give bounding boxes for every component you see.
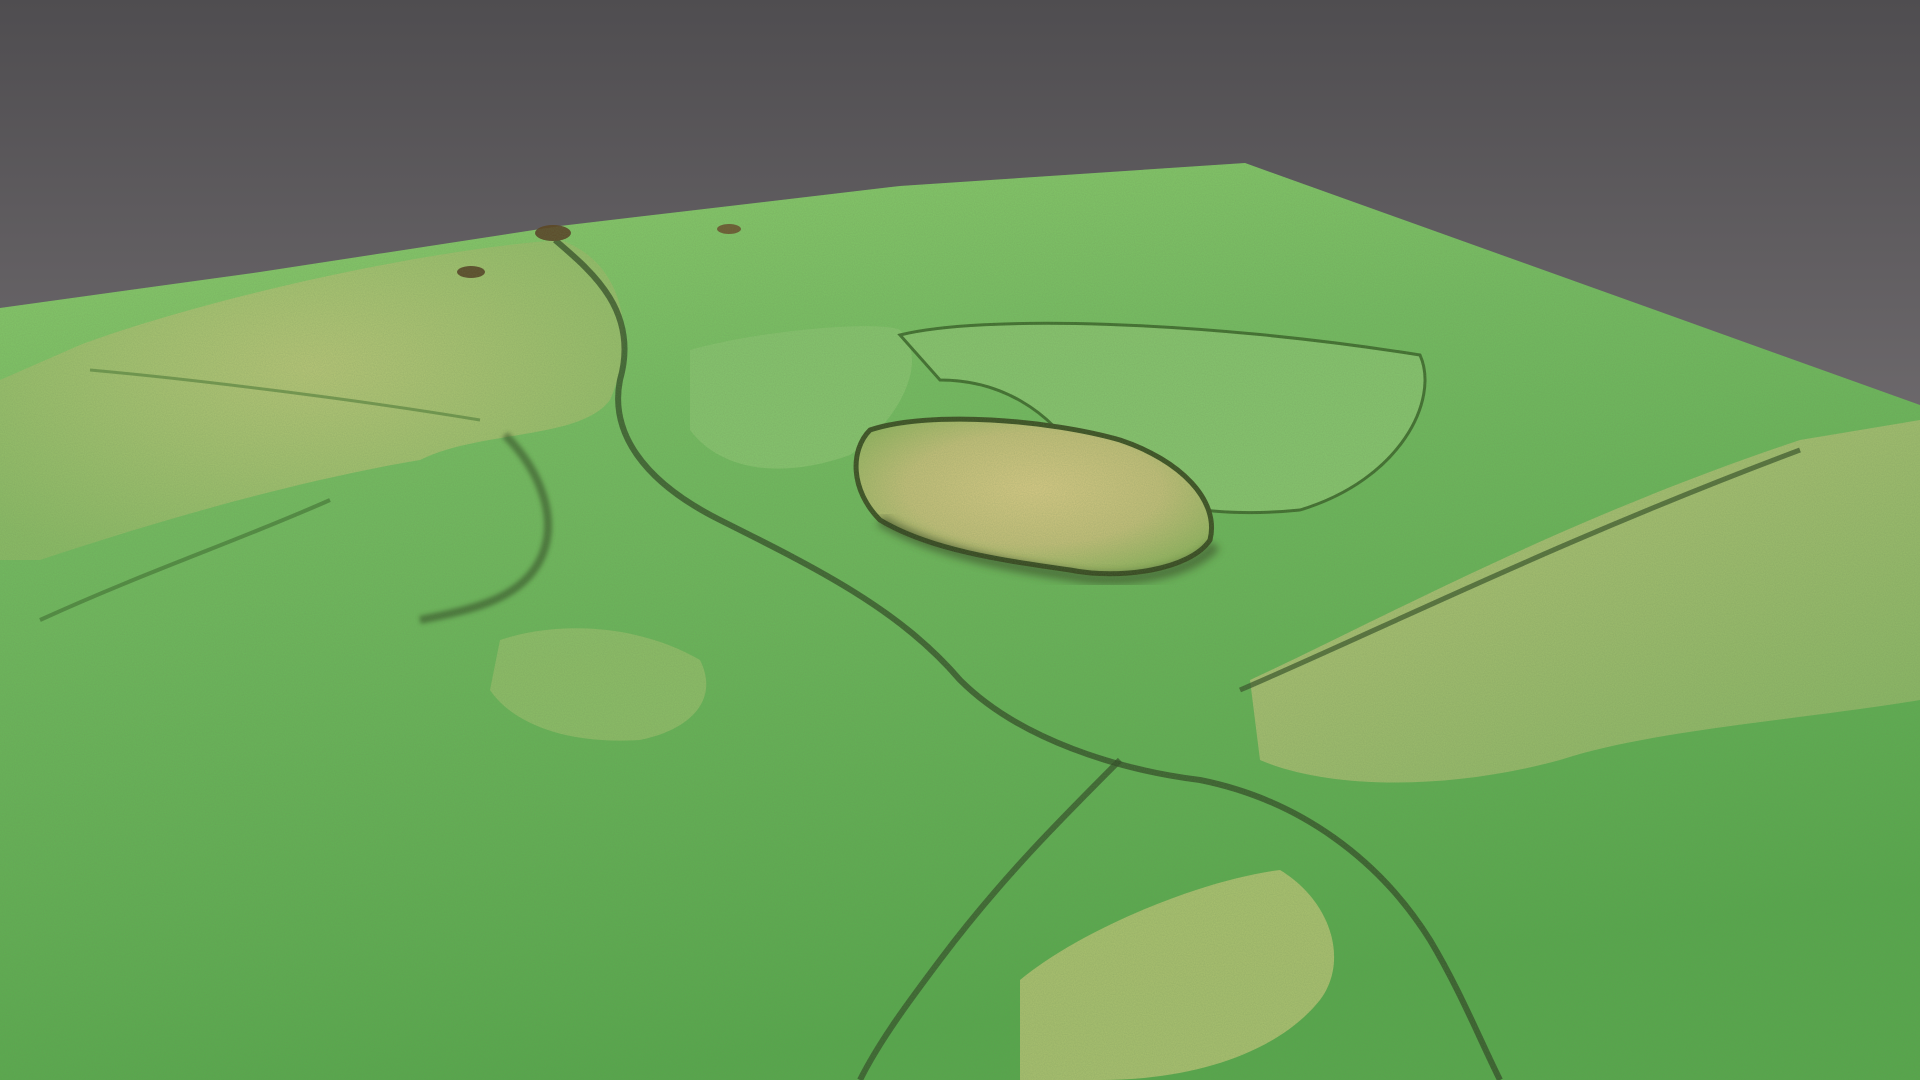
terrain-3d-render[interactable] [0,0,1920,1080]
terrain-viewport[interactable] [0,0,1920,1080]
